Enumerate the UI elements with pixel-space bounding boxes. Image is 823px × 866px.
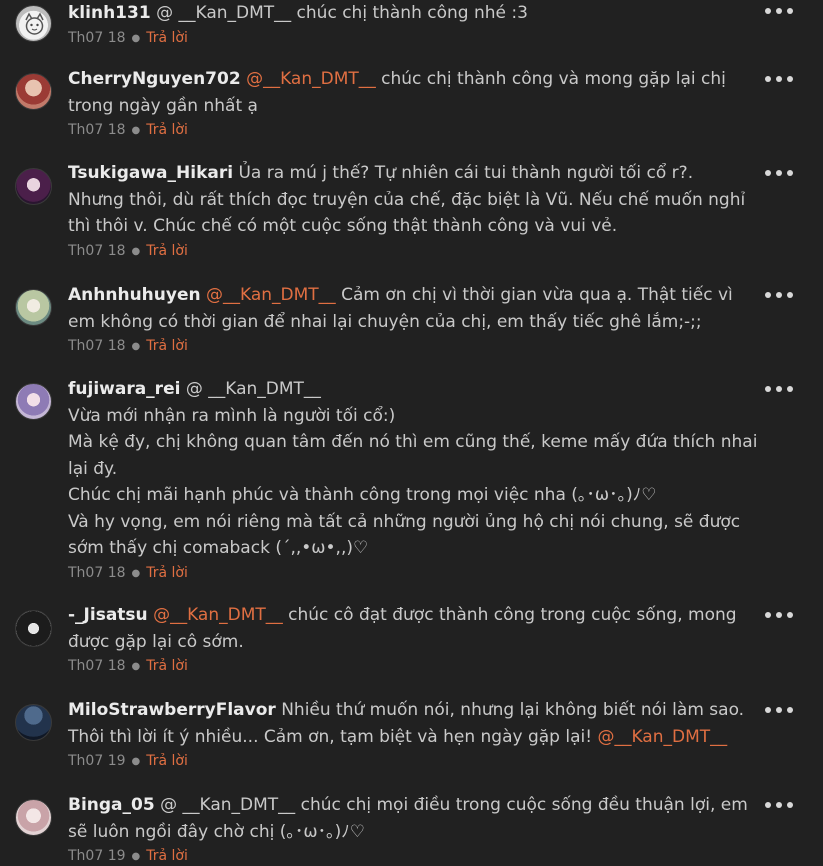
anime-girl-avatar[interactable] xyxy=(15,73,52,110)
comment-text: fujiwara_rei @ __Kan_DMT__ Vừa mới nhận … xyxy=(68,376,761,562)
night-scene-avatar[interactable] xyxy=(15,704,52,741)
cat-face-avatar[interactable] xyxy=(15,5,52,42)
comment-date: Th07 18 xyxy=(68,338,126,354)
comment-meta: Th07 18 ● Trả lời xyxy=(68,564,761,582)
username[interactable]: -_Jisatsu xyxy=(68,605,148,625)
reply-link[interactable]: Trả lời xyxy=(146,658,188,674)
comment-body: CherryNguyen702 @__Kan_DMT__ chúc chị th… xyxy=(68,66,761,139)
separator-dot: ● xyxy=(131,851,141,862)
comment-body: klinh131 @ __Kan_DMT__ chúc chị thành cô… xyxy=(68,0,761,47)
more-options-icon[interactable] xyxy=(762,69,796,89)
comment-text: CherryNguyen702 @__Kan_DMT__ chúc chị th… xyxy=(68,66,761,119)
anime-girl-avatar[interactable] xyxy=(15,799,52,836)
reply-link[interactable]: Trả lời xyxy=(146,243,188,259)
more-options-icon[interactable] xyxy=(762,795,796,815)
comment-meta: Th07 18 ● Trả lời xyxy=(68,337,761,355)
more-options-icon[interactable] xyxy=(762,1,796,21)
separator-dot: ● xyxy=(131,32,141,44)
comment-body: fujiwara_rei @ __Kan_DMT__ Vừa mới nhận … xyxy=(68,376,761,582)
comment-meta: Th07 18 ● Trả lời xyxy=(68,242,761,260)
mention-link[interactable]: @ __Kan_DMT__ xyxy=(160,795,295,815)
more-options-icon[interactable] xyxy=(762,163,796,183)
comment-date: Th07 19 xyxy=(68,753,126,769)
mention-link[interactable]: @ __Kan_DMT__ xyxy=(156,3,291,23)
comment-content: Vừa mới nhận ra mình là người tối cổ:) M… xyxy=(68,405,758,559)
separator-dot: ● xyxy=(131,756,141,767)
comment-date: Th07 18 xyxy=(68,658,126,674)
username[interactable]: Anhnhuhuyen xyxy=(68,285,201,305)
username[interactable]: CherryNguyen702 xyxy=(68,69,241,89)
comment-meta: Th07 18 ● Trả lời xyxy=(68,121,761,139)
comment-content: chúc chị thành công nhé :3 xyxy=(291,3,528,23)
comment-body: -_Jisatsu @__Kan_DMT__ chúc cô đạt được … xyxy=(68,602,761,675)
comment-date: Th07 18 xyxy=(68,564,126,581)
reply-link[interactable]: Trả lời xyxy=(146,565,188,581)
comment-body: Tsukigawa_Hikari Ủa ra mú j thế? Tự nhiê… xyxy=(68,160,761,260)
anime-girl-avatar[interactable] xyxy=(15,168,52,205)
comment-date: Th07 19 xyxy=(68,848,126,864)
reply-link[interactable]: Trả lời xyxy=(146,848,188,864)
comment-text: Anhnhuhuyen @__Kan_DMT__ Cảm ơn chị vì t… xyxy=(68,282,761,335)
reply-link[interactable]: Trả lời xyxy=(146,30,188,46)
comment-date: Th07 18 xyxy=(68,122,126,138)
mention-link[interactable]: @ __Kan_DMT__ xyxy=(186,379,321,399)
mention-link[interactable]: @__Kan_DMT__ xyxy=(246,69,376,89)
separator-dot: ● xyxy=(131,245,141,257)
more-options-icon[interactable] xyxy=(762,700,796,720)
comment-text: Tsukigawa_Hikari Ủa ra mú j thế? Tự nhiê… xyxy=(68,160,761,240)
comment-body: MiloStrawberryFlavor Nhiều thứ muốn nói,… xyxy=(68,697,761,770)
username[interactable]: klinh131 xyxy=(68,3,151,23)
separator-dot: ● xyxy=(131,567,141,579)
more-options-icon[interactable] xyxy=(762,285,796,305)
more-options-icon[interactable] xyxy=(762,379,796,399)
mention-link[interactable]: @__Kan_DMT__ xyxy=(206,285,336,305)
comment-body: Binga_05 @ __Kan_DMT__ chúc chị mọi điều… xyxy=(68,792,761,865)
dark-hair-avatar[interactable] xyxy=(15,610,52,647)
separator-dot: ● xyxy=(131,341,141,352)
comment-meta: Th07 18 ● Trả lời xyxy=(68,29,761,47)
comment-text: Binga_05 @ __Kan_DMT__ chúc chị mọi điều… xyxy=(68,792,761,845)
comment-date: Th07 18 xyxy=(68,242,126,259)
mention-link[interactable]: @__Kan_DMT__ xyxy=(597,727,727,747)
username[interactable]: MiloStrawberryFlavor xyxy=(68,700,276,720)
anime-girl-avatar[interactable] xyxy=(15,383,52,420)
comment-meta: Th07 19 ● Trả lời xyxy=(68,752,761,770)
username[interactable]: Tsukigawa_Hikari xyxy=(68,163,233,183)
comment-text: klinh131 @ __Kan_DMT__ chúc chị thành cô… xyxy=(68,0,761,27)
comment-list: klinh131 @ __Kan_DMT__ chúc chị thành cô… xyxy=(0,0,823,866)
comment-body: Anhnhuhuyen @__Kan_DMT__ Cảm ơn chị vì t… xyxy=(68,282,761,355)
reply-link[interactable]: Trả lời xyxy=(146,753,188,769)
reply-link[interactable]: Trả lời xyxy=(146,122,188,138)
comment-text: -_Jisatsu @__Kan_DMT__ chúc cô đạt được … xyxy=(68,602,761,655)
mention-link[interactable]: @__Kan_DMT__ xyxy=(153,605,283,625)
anime-girl-avatar[interactable] xyxy=(15,289,52,326)
comment-date: Th07 18 xyxy=(68,29,126,46)
reply-link[interactable]: Trả lời xyxy=(146,338,188,354)
separator-dot: ● xyxy=(131,661,141,672)
separator-dot: ● xyxy=(131,125,141,136)
username[interactable]: Binga_05 xyxy=(68,795,155,815)
comment-text: MiloStrawberryFlavor Nhiều thứ muốn nói,… xyxy=(68,697,761,750)
comment-meta: Th07 18 ● Trả lời xyxy=(68,657,761,675)
comment-meta: Th07 19 ● Trả lời xyxy=(68,847,761,865)
more-options-icon[interactable] xyxy=(762,605,796,625)
username[interactable]: fujiwara_rei xyxy=(68,379,180,399)
